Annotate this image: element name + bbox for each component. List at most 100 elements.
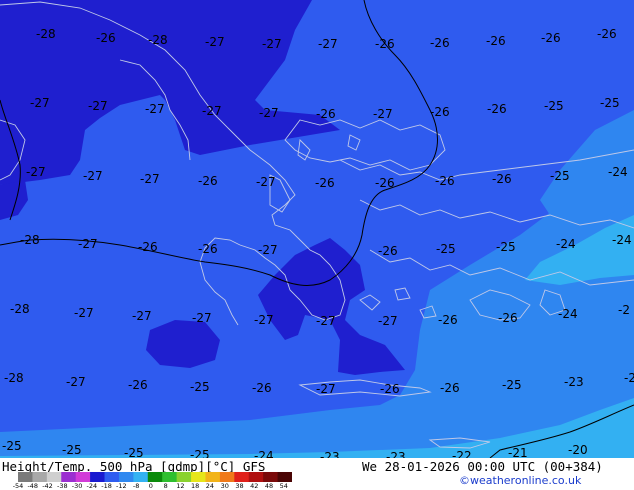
color-swatch (176, 472, 192, 482)
isotherm-label: -26 (380, 382, 400, 396)
color-scale-tick: -8 (132, 482, 140, 490)
color-swatch (234, 472, 250, 482)
isotherm-label: -27 (318, 37, 338, 51)
isotherm-label: -27 (378, 314, 398, 328)
color-scale-tick: 30 (220, 482, 229, 490)
isotherm-label: -27 (259, 106, 279, 120)
isotherm-label: -27 (258, 243, 278, 257)
color-scale-tick: -38 (56, 482, 68, 490)
isotherm-label: -24 (612, 233, 632, 247)
isotherm-label: -26 (438, 313, 458, 327)
color-swatch (61, 472, 77, 482)
isotherm-label: -27 (373, 107, 393, 121)
color-swatch (133, 472, 149, 482)
color-swatch (75, 472, 91, 482)
isotherm-label: -25 (600, 96, 620, 110)
isotherm-label: -27 (132, 309, 152, 323)
color-scale-tick: 8 (163, 482, 168, 490)
color-scale-tick: 38 (235, 482, 244, 490)
isotherm-label: -27 (205, 35, 225, 49)
isotherm-label: -28 (148, 33, 168, 47)
weather-map: -28 -26 -28 -27 -27 -27 -26 -26 -26 -26 … (0, 0, 634, 490)
isotherm-label: -26 (375, 37, 395, 51)
color-scale-tick: -54 (12, 482, 24, 490)
map-canvas: -28 -26 -28 -27 -27 -27 -26 -26 -26 -26 … (0, 0, 634, 458)
isotherm-label: -25 (436, 242, 456, 256)
isotherm-label: -27 (145, 102, 165, 116)
color-scale-tick: -24 (86, 482, 98, 490)
isotherm-label: -28 (4, 371, 24, 385)
color-scale-tick: 12 (176, 482, 185, 490)
color-scale-tick: -48 (27, 482, 39, 490)
isotherm-label: -27 (256, 175, 276, 189)
isotherm-label: -27 (316, 314, 336, 328)
isotherm-label: -24 (254, 449, 274, 458)
isotherm-label: -26 (198, 174, 218, 188)
isotherm-label: -27 (74, 306, 94, 320)
color-scale-tick: 48 (264, 482, 274, 490)
valid-time: We 28-01-2026 00:00 UTC (00+384) (362, 459, 603, 474)
credit-link[interactable]: ©weatheronline.co.uk (459, 474, 581, 487)
isotherm-label: -26 (315, 176, 335, 190)
color-scale-tick: 54 (279, 482, 288, 490)
color-swatch (162, 472, 178, 482)
isotherm-label: -27 (88, 99, 108, 113)
isotherm-label: -27 (192, 311, 212, 325)
isotherm-label: -24 (556, 237, 576, 251)
color-swatch (46, 472, 62, 482)
isotherm-label: -28 (36, 27, 56, 41)
isotherm-label: -25 (124, 446, 144, 458)
color-scale-tick: 18 (191, 482, 200, 490)
color-swatch (263, 472, 279, 482)
isotherm-label: -28 (20, 233, 40, 247)
isotherm-label: -26 (597, 27, 617, 41)
legend-bar: Height/Temp. 500 hPa [gdmp][°C] GFS We 2… (0, 458, 634, 490)
color-swatch (118, 472, 134, 482)
isotherm-label: -23 (564, 375, 584, 389)
color-swatch (219, 472, 235, 482)
isotherm-label: -24 (608, 165, 628, 179)
isotherm-label: -27 (202, 104, 222, 118)
isotherm-label: -25 (190, 380, 210, 394)
deep-blue-sw (146, 320, 220, 368)
color-scale-tick: 0 (148, 482, 153, 490)
color-scale-tick: -42 (42, 482, 53, 490)
color-scale-ticks: -54 -48 -42 -38 -30 -24 -18 -12 -8 0 8 12 18 24 30 38 42… (0, 482, 300, 490)
isotherm-label: -26 (96, 31, 116, 45)
isotherm-label: -26 (316, 107, 336, 121)
isotherm-label: -21 (508, 446, 528, 458)
isotherm-label: -26 (430, 36, 450, 50)
isotherm-label: -26 (378, 244, 398, 258)
isotherm-label: -26 (252, 381, 272, 395)
color-swatch (248, 472, 264, 482)
isotherm-label: -27 (262, 37, 282, 51)
color-swatch (147, 472, 163, 482)
color-swatch (191, 472, 206, 482)
isotherm-label: -25 (544, 99, 564, 113)
isotherm-label: -26 (198, 242, 218, 256)
isotherm-label: -26 (430, 105, 450, 119)
color-scale-tick: -12 (116, 482, 127, 490)
color-swatch (104, 472, 120, 482)
color-swatch (205, 472, 221, 482)
isotherm-label: -23 (320, 450, 340, 458)
isotherm-label: -20 (568, 443, 588, 457)
isotherm-label: -27 (78, 237, 98, 251)
isotherm-label: -26 (375, 176, 395, 190)
isotherm-label: -26 (492, 172, 512, 186)
color-scale (18, 472, 292, 482)
isotherm-label: -26 (486, 34, 506, 48)
isotherm-label: -27 (66, 375, 86, 389)
isotherm-label: -22 (452, 449, 472, 458)
color-scale-tick: 42 (250, 482, 259, 490)
isotherm-label: -25 (190, 448, 210, 458)
color-swatch (277, 472, 292, 482)
isotherm-label: -2 (624, 371, 634, 385)
isotherm-label: -25 (496, 240, 516, 254)
isotherm-label: -23 (386, 450, 406, 458)
isotherm-label: -25 (2, 439, 22, 453)
isotherm-label: -27 (254, 313, 274, 327)
isotherm-label: -25 (62, 443, 82, 457)
color-swatch (18, 472, 33, 482)
color-scale-tick: -18 (101, 482, 112, 490)
